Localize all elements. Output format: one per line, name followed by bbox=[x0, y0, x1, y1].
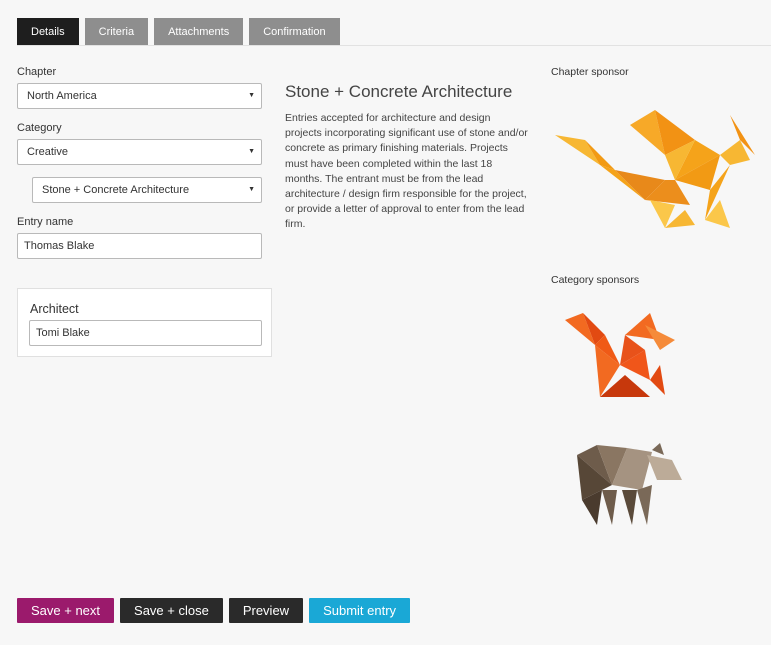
architect-value: Tomi Blake bbox=[36, 327, 90, 339]
tab-bar: Details Criteria Attachments Confirmatio… bbox=[17, 18, 340, 45]
caret-down-icon: ▼ bbox=[248, 92, 255, 99]
save-close-button[interactable]: Save + close bbox=[120, 598, 223, 623]
category-sponsors-label: Category sponsors bbox=[551, 274, 640, 286]
tab-divider bbox=[17, 45, 771, 46]
submit-entry-button[interactable]: Submit entry bbox=[309, 598, 411, 623]
origami-bear-icon bbox=[577, 443, 682, 525]
form-actions: Save + next Save + close Preview Submit … bbox=[17, 598, 411, 623]
entry-name-input[interactable]: Thomas Blake bbox=[17, 233, 262, 259]
tab-criteria[interactable]: Criteria bbox=[84, 18, 149, 45]
category-description: Entries accepted for architecture and de… bbox=[285, 112, 528, 231]
chapter-label: Chapter bbox=[17, 66, 57, 78]
origami-squirrel-icon bbox=[565, 313, 675, 397]
entry-name-value: Thomas Blake bbox=[24, 240, 95, 252]
save-next-button[interactable]: Save + next bbox=[17, 598, 115, 623]
entry-name-label: Entry name bbox=[17, 216, 74, 228]
chapter-sponsor-label: Chapter sponsor bbox=[551, 66, 629, 78]
preview-button[interactable]: Preview bbox=[228, 598, 304, 623]
chapter-select[interactable]: North America ▼ bbox=[17, 83, 262, 109]
category-select-value: Creative bbox=[27, 146, 68, 158]
origami-dragon-icon bbox=[555, 110, 755, 228]
subcategory-select-value: Stone + Concrete Architecture bbox=[42, 184, 190, 196]
tab-details[interactable]: Details bbox=[17, 18, 79, 45]
caret-down-icon: ▼ bbox=[248, 148, 255, 155]
architect-label: Architect bbox=[30, 302, 79, 316]
category-title: Stone + Concrete Architecture bbox=[285, 82, 513, 101]
category-label: Category bbox=[17, 122, 62, 134]
tab-attachments[interactable]: Attachments bbox=[154, 18, 244, 45]
chapter-select-value: North America bbox=[27, 90, 97, 102]
architect-input[interactable]: Tomi Blake bbox=[29, 320, 262, 346]
category-select[interactable]: Creative ▼ bbox=[17, 139, 262, 165]
caret-down-icon: ▼ bbox=[248, 186, 255, 193]
tab-confirmation[interactable]: Confirmation bbox=[249, 18, 340, 45]
subcategory-select[interactable]: Stone + Concrete Architecture ▼ bbox=[32, 177, 262, 203]
